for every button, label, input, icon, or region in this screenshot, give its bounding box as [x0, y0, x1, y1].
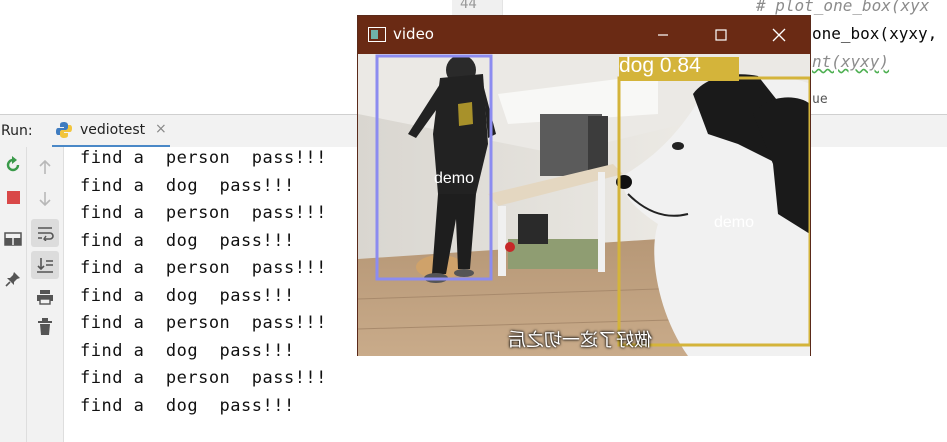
pin-icon[interactable]: [1, 267, 25, 291]
layout-icon[interactable]: [1, 227, 25, 251]
run-toolbar-secondary: [27, 147, 64, 442]
code-line-fragment[interactable]: ue: [812, 92, 828, 107]
console-line: find a dog pass!!!: [80, 231, 295, 251]
console-line: find a dog pass!!!: [80, 286, 295, 306]
window-app-icon: [368, 27, 386, 42]
video-scene: [358, 54, 810, 356]
console-line: find a person pass!!!: [80, 313, 327, 333]
code-line-comment[interactable]: # plot_one_box(xyx: [756, 0, 929, 15]
line-number: 44: [460, 0, 477, 12]
rerun-icon[interactable]: [1, 153, 25, 177]
video-frame: dog 0.84 demo demo 做好了这一切之后: [358, 54, 810, 356]
run-tab-vediotest[interactable]: vediotest ×: [52, 115, 170, 148]
detection-tag-person: demo: [434, 170, 475, 187]
stop-icon[interactable]: [1, 185, 25, 209]
window-title: video: [393, 25, 434, 43]
console-line: find a dog pass!!!: [80, 176, 295, 196]
detection-label-dog: dog 0.84: [619, 54, 701, 77]
console-line: find a person pass!!!: [80, 258, 327, 278]
detection-tag-dog: demo: [714, 214, 755, 231]
maximize-button[interactable]: [698, 16, 744, 54]
console-line: find a dog pass!!!: [80, 341, 295, 361]
minimize-button[interactable]: [640, 16, 686, 54]
video-window[interactable]: video dog 0.84 demo demo 做好了这一切之后: [357, 15, 811, 356]
console-line: find a person pass!!!: [80, 203, 327, 223]
close-tab-icon[interactable]: ×: [155, 121, 167, 137]
run-tab-label: vediotest: [80, 122, 146, 138]
video-subtitle: 做好了这一切之后: [508, 330, 652, 351]
code-line-print[interactable]: nt(xyxy): [812, 52, 889, 71]
python-icon: [56, 122, 72, 138]
scroll-to-end-icon[interactable]: [31, 251, 59, 279]
down-arrow-icon[interactable]: [33, 187, 57, 211]
up-arrow-icon[interactable]: [33, 155, 57, 179]
run-label: Run:: [1, 123, 33, 139]
run-toolbar-primary: [0, 147, 27, 442]
console-line: find a dog pass!!!: [80, 396, 295, 416]
trash-icon[interactable]: [33, 315, 57, 339]
soft-wrap-icon[interactable]: [31, 219, 59, 247]
console-line: find a person pass!!!: [80, 368, 327, 388]
code-line-call[interactable]: one_box(xyxy,: [812, 24, 937, 43]
close-button[interactable]: [756, 16, 802, 54]
console-line: find a person pass!!!: [80, 148, 327, 168]
video-title-bar[interactable]: video: [358, 16, 810, 54]
print-icon[interactable]: [33, 285, 57, 309]
